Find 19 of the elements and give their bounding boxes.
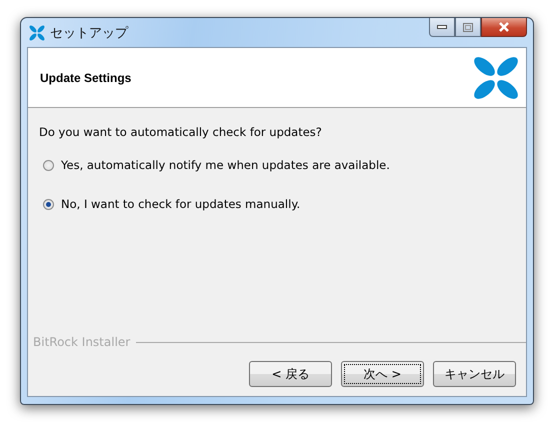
page-heading: Update Settings: [40, 70, 132, 84]
close-button[interactable]: [481, 18, 527, 37]
radio-button[interactable]: [43, 198, 54, 210]
window-title: セットアップ: [50, 24, 128, 42]
minimize-icon: [437, 24, 447, 30]
app-logo-icon: [29, 24, 45, 40]
radio-button[interactable]: [43, 160, 54, 170]
close-icon: [498, 22, 510, 32]
logo-icon: [472, 54, 520, 100]
question-text: Do you want to automatically check for updates?: [39, 125, 323, 139]
dialog-button[interactable]: < 戻る: [249, 361, 332, 387]
maximize-icon: [463, 22, 473, 32]
maximize-button[interactable]: [455, 18, 481, 37]
option-label[interactable]: Yes, automatically notify me when updates are available.: [61, 158, 390, 172]
dialog-button[interactable]: キャンセル: [433, 361, 516, 387]
dialog-button[interactable]: 次へ >: [341, 361, 424, 387]
minimize-button[interactable]: [429, 18, 455, 37]
option-label[interactable]: No, I want to check for updates manually.: [61, 197, 300, 211]
brand-label: BitRock Installer: [33, 335, 130, 349]
